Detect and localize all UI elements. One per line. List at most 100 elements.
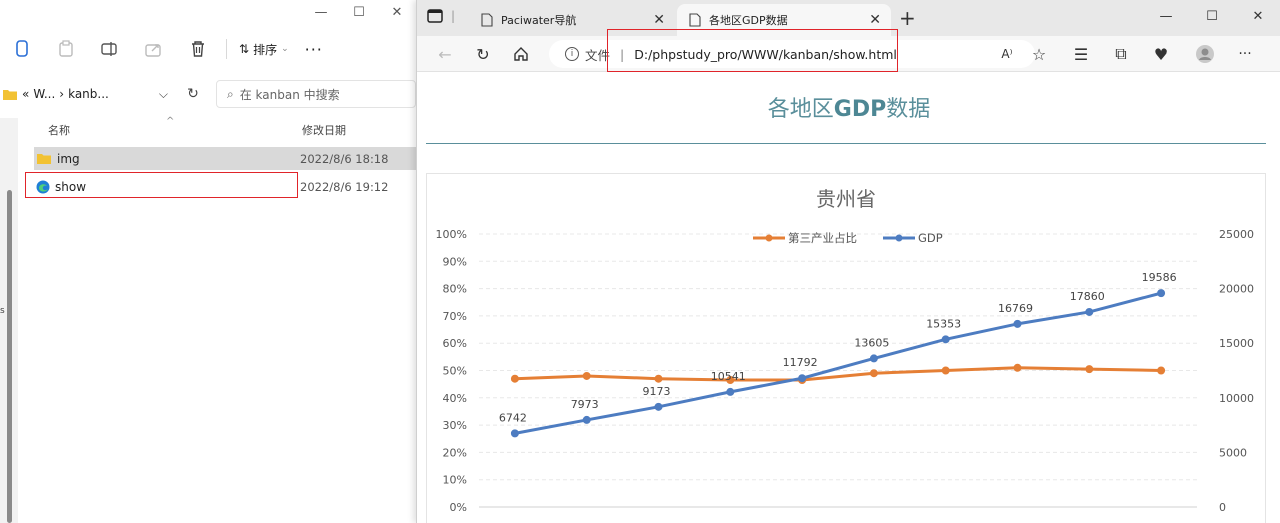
explorer-toolbar: ⇅ 排序 ⌄ ···: [0, 34, 416, 64]
file-name-cell: img: [34, 152, 300, 166]
file-name: img: [57, 151, 80, 166]
breadcrumb-separator: ›: [59, 87, 65, 101]
data-point: [510, 374, 519, 383]
url-text[interactable]: D:/phpstudy_pro/WWW/kanban/show.html: [634, 47, 897, 62]
breadcrumb-item[interactable]: W...: [33, 87, 55, 101]
info-icon[interactable]: i: [565, 47, 579, 61]
sort-button[interactable]: ⇅ 排序 ⌄: [233, 41, 295, 58]
maximize-icon[interactable]: ☐: [340, 0, 378, 24]
breadcrumb-overflow[interactable]: «: [22, 87, 29, 101]
data-point: [510, 429, 519, 438]
y-left-tick-label: 80%: [443, 283, 467, 296]
chevron-down-icon[interactable]: ⌵: [159, 87, 168, 102]
data-label: 13605: [854, 336, 889, 349]
data-point: [1085, 307, 1094, 316]
browser-window-controls: — ☐ ✕: [1143, 0, 1280, 32]
close-icon[interactable]: ✕: [378, 0, 416, 24]
refresh-icon: ↻: [187, 86, 199, 102]
search-icon: ⌕: [227, 86, 234, 101]
more-options-button[interactable]: ···: [305, 40, 323, 59]
data-label: 19586: [1142, 271, 1177, 284]
series-line: [514, 291, 1162, 435]
edge-browser-icon: [36, 180, 50, 193]
new-item-button[interactable]: [0, 35, 44, 63]
back-arrow-icon[interactable]: ←: [431, 42, 459, 66]
title-divider: [426, 143, 1266, 144]
data-point: [1013, 319, 1022, 328]
web-page: 各地区GDP数据 贵州省 0% 10% 20% 30% 40% 50% 60% 70% 80% 90…: [417, 73, 1280, 523]
settings-more-icon[interactable]: ···: [1231, 42, 1259, 66]
share-button[interactable]: [132, 35, 176, 63]
gdp-line-chart: 贵州省 0% 10% 20% 30% 40% 50% 60% 70% 80% 90% 100% 0 500…: [436, 187, 1254, 523]
close-icon[interactable]: ✕: [1235, 0, 1280, 32]
add-favorite-icon[interactable]: ☆: [1025, 42, 1053, 66]
sort-ascending-icon: ^: [166, 116, 175, 127]
chart-title: 贵州省: [816, 187, 876, 211]
trash-icon: [192, 41, 204, 57]
data-point: [1013, 363, 1022, 372]
favorites-icon[interactable]: ☰: [1067, 42, 1095, 66]
y-right-tick-label: 5000: [1219, 446, 1247, 459]
tab-gdp[interactable]: 各地区GDP数据 ✕: [677, 4, 891, 36]
read-aloud-icon[interactable]: A⁾: [993, 42, 1021, 66]
y-left-tick-label: 30%: [443, 419, 467, 432]
data-point: [1157, 289, 1166, 298]
collections-icon[interactable]: ⧉: [1107, 42, 1135, 66]
y-left-tick-label: 100%: [436, 228, 467, 241]
y-right-tick-label: 25000: [1219, 228, 1254, 241]
tab-strip: | Paciwater导航 ✕ 各地区GDP数据 ✕ + — ☐ ✕: [417, 0, 1280, 36]
refresh-icon[interactable]: ↻: [469, 42, 497, 66]
breadcrumb-item[interactable]: kanb...: [68, 87, 109, 101]
data-point: [941, 335, 950, 344]
data-point: [582, 371, 591, 380]
new-tab-button[interactable]: +: [899, 6, 916, 30]
close-tab-icon[interactable]: ✕: [653, 12, 665, 28]
minimize-icon[interactable]: —: [302, 0, 340, 24]
file-row-img[interactable]: img 2022/8/6 18:18: [34, 147, 416, 170]
data-point: [869, 369, 878, 378]
scrollbar-thumb[interactable]: [7, 190, 12, 523]
data-point: [582, 415, 591, 424]
delete-button[interactable]: [176, 35, 220, 63]
address-divider: |: [620, 46, 625, 62]
data-label: 6742: [499, 411, 527, 424]
y-left-tick-label: 90%: [443, 255, 467, 268]
profile-avatar[interactable]: [1191, 42, 1219, 66]
paste-button[interactable]: [44, 35, 88, 63]
tab-actions-icon[interactable]: [427, 9, 443, 23]
refresh-button[interactable]: ↻: [180, 80, 206, 108]
health-heart-icon[interactable]: ♥: [1147, 42, 1175, 66]
address-bar[interactable]: i 文件 | D:/phpstudy_pro/WWW/kanban/show.h…: [549, 40, 1035, 68]
data-point: [798, 374, 807, 383]
folder-icon: [37, 153, 51, 164]
tab-title: Paciwater导航: [501, 14, 577, 27]
page-title: 各地区GDP数据: [417, 91, 1280, 123]
minimize-icon[interactable]: —: [1143, 0, 1189, 32]
column-header-name[interactable]: 名称: [48, 122, 70, 138]
close-tab-icon[interactable]: ✕: [869, 12, 881, 28]
file-explorer-window: — ☐ ✕ ⇅ 排序 ⌄ ··· « W... › kanb... ⌵ ↻ ⌕ …: [0, 0, 416, 523]
column-header-row: 名称 ^ 修改日期: [18, 116, 416, 140]
data-label: 7973: [571, 398, 599, 411]
tab-paciwater[interactable]: Paciwater导航 ✕: [469, 4, 675, 36]
column-header-date[interactable]: 修改日期: [302, 122, 346, 138]
nav-pane-fragment: s: [0, 306, 5, 316]
maximize-icon[interactable]: ☐: [1189, 0, 1235, 32]
navigation-pane-scrollbar[interactable]: [0, 118, 18, 523]
tab-title: 各地区GDP数据: [709, 14, 788, 27]
page-title-prefix: 各地区: [767, 97, 834, 122]
data-label: 15353: [926, 317, 961, 330]
search-input[interactable]: ⌕ 在 kanban 中搜索: [216, 80, 416, 108]
toolbar-divider: [226, 39, 227, 59]
data-label: 11792: [783, 356, 818, 369]
folder-icon: [3, 89, 17, 100]
y-left-tick-label: 20%: [443, 446, 467, 459]
file-row-show[interactable]: show 2022/8/6 19:12: [34, 175, 416, 198]
rename-button[interactable]: [88, 35, 132, 63]
y-right-tick-label: 20000: [1219, 283, 1254, 296]
home-icon[interactable]: [507, 42, 535, 66]
y-left-tick-label: 70%: [443, 310, 467, 323]
legend-label: GDP: [918, 231, 943, 245]
search-placeholder: 在 kanban 中搜索: [239, 87, 340, 102]
explorer-address-bar[interactable]: « W... › kanb... ⌵: [2, 80, 206, 108]
